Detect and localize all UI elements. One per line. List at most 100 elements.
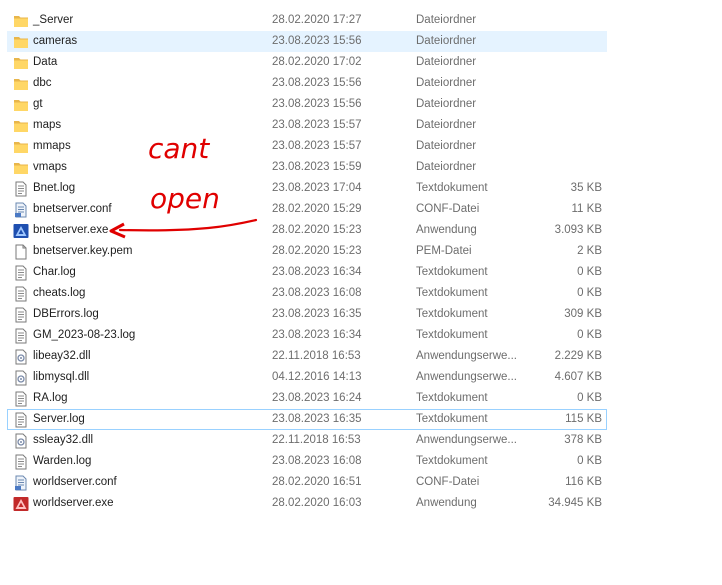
file-date: 22.11.2018 16:53 [272, 434, 361, 446]
file-row[interactable]: cameras 23.08.2023 15:56 Dateiordner [7, 31, 607, 52]
file-name: worldserver.conf [33, 476, 117, 488]
file-size: 0 KB [577, 392, 602, 404]
folder-icon [13, 118, 29, 134]
folder-icon [13, 97, 29, 113]
conf-file-icon [13, 475, 29, 491]
file-row[interactable]: mmaps 23.08.2023 15:57 Dateiordner [7, 136, 607, 157]
file-row[interactable]: libeay32.dll 22.11.2018 16:53 Anwendungser… [7, 346, 607, 367]
file-row[interactable]: Data 28.02.2020 17:02 Dateiordner [7, 52, 607, 73]
file-size: 0 KB [577, 455, 602, 467]
file-name: bnetserver.exe [33, 224, 109, 236]
file-type: Anwendung [416, 224, 477, 236]
file-row[interactable]: worldserver.exe 28.02.2020 16:03 Anwendung… [7, 493, 607, 514]
text-file-icon [13, 328, 29, 344]
file-size: 378 KB [564, 434, 602, 446]
file-name: bnetserver.key.pem [33, 245, 133, 257]
file-size: 0 KB [577, 287, 602, 299]
file-row[interactable]: maps 23.08.2023 15:57 Dateiordner [7, 115, 607, 136]
file-date: 23.08.2023 15:59 [272, 161, 362, 173]
file-size: 2 KB [577, 245, 602, 257]
file-row[interactable]: libmysql.dll 04.12.2016 14:13 Anwendungser… [7, 367, 607, 388]
file-date: 23.08.2023 17:04 [272, 182, 362, 194]
file-row[interactable]: dbc 23.08.2023 15:56 Dateiordner [7, 73, 607, 94]
file-row[interactable]: cheats.log 23.08.2023 16:08 Textdokument 0 … [7, 283, 607, 304]
folder-icon [13, 76, 29, 92]
file-date: 23.08.2023 16:24 [272, 392, 362, 404]
text-file-icon [13, 391, 29, 407]
file-type: Dateiordner [416, 35, 477, 47]
file-date: 23.08.2023 16:08 [272, 287, 362, 299]
file-row[interactable]: Bnet.log 23.08.2023 17:04 Textdokument 35 K… [7, 178, 607, 199]
file-row[interactable]: vmaps 23.08.2023 15:59 Dateiordner [7, 157, 607, 178]
file-date: 28.02.2020 17:02 [272, 56, 362, 68]
file-row[interactable]: DBErrors.log 23.08.2023 16:35 Textdokument… [7, 304, 607, 325]
dll-file-icon [13, 370, 29, 386]
file-size: 309 KB [564, 308, 602, 320]
file-date: 28.02.2020 15:29 [272, 203, 362, 215]
file-name: cheats.log [33, 287, 86, 299]
file-date: 28.02.2020 15:23 [272, 224, 362, 236]
file-type: CONF-Datei [416, 476, 480, 488]
file-row[interactable]: Server.log 23.08.2023 16:35 Textdokument 11… [7, 409, 607, 430]
file-row[interactable]: bnetserver.exe 28.02.2020 15:23 Anwendung 3… [7, 220, 607, 241]
file-type: Dateiordner [416, 14, 477, 26]
file-name: bnetserver.conf [33, 203, 112, 215]
file-date: 28.02.2020 15:23 [272, 245, 362, 257]
file-type: Dateiordner [416, 77, 477, 89]
file-row[interactable]: ssleay32.dll 22.11.2018 16:53 Anwendungser… [7, 430, 607, 451]
dll-file-icon [13, 433, 29, 449]
file-type: Textdokument [416, 266, 488, 278]
file-name: ssleay32.dll [33, 434, 94, 446]
file-size: 35 KB [570, 182, 602, 194]
file-name: Bnet.log [33, 182, 76, 194]
file-row[interactable]: bnetserver.key.pem 28.02.2020 15:23 PEM-Da… [7, 241, 607, 262]
file-date: 23.08.2023 15:57 [272, 140, 362, 152]
file-date: 28.02.2020 17:27 [272, 14, 362, 26]
folder-icon [13, 34, 29, 50]
file-row[interactable]: _Server 28.02.2020 17:27 Dateiordner [7, 10, 607, 31]
file-date: 23.08.2023 16:34 [272, 329, 362, 341]
file-name: RA.log [33, 392, 68, 404]
world-exe-icon [13, 496, 29, 512]
file-name: maps [33, 119, 62, 131]
file-date: 28.02.2020 16:03 [272, 497, 362, 509]
file-type: Anwendung [416, 497, 477, 509]
file-type: CONF-Datei [416, 203, 480, 215]
file-size: 11 KB [571, 203, 602, 215]
file-row[interactable]: Warden.log 23.08.2023 16:08 Textdokument 0 … [7, 451, 607, 472]
text-file-icon [13, 412, 29, 428]
file-row[interactable]: Char.log 23.08.2023 16:34 Textdokument 0 KB [7, 262, 607, 283]
file-row[interactable]: RA.log 23.08.2023 16:24 Textdokument 0 KB [7, 388, 607, 409]
file-date: 23.08.2023 16:34 [272, 266, 362, 278]
text-file-icon [13, 286, 29, 302]
file-size: 116 KB [565, 476, 602, 488]
file-row[interactable]: bnetserver.conf 28.02.2020 15:29 CONF-Date… [7, 199, 607, 220]
file-row[interactable]: GM_2023-08-23.log 23.08.2023 16:34 Textdok… [7, 325, 607, 346]
file-name: libmysql.dll [33, 371, 90, 383]
file-name: libeay32.dll [33, 350, 91, 362]
folder-icon [13, 160, 29, 176]
file-date: 23.08.2023 16:08 [272, 455, 362, 467]
file-name: DBErrors.log [33, 308, 99, 320]
text-file-icon [13, 181, 29, 197]
text-file-icon [13, 265, 29, 281]
file-size: 4.607 KB [554, 371, 602, 383]
file-name: Warden.log [33, 455, 92, 467]
file-date: 23.08.2023 15:57 [272, 119, 362, 131]
file-type: Dateiordner [416, 98, 477, 110]
file-type: PEM-Datei [416, 245, 472, 257]
file-name: cameras [33, 35, 78, 47]
file-row[interactable]: worldserver.conf 28.02.2020 16:51 CONF-Dat… [7, 472, 607, 493]
file-type: Textdokument [416, 413, 488, 425]
file-size: 0 KB [577, 329, 602, 341]
file-list: _Server 28.02.2020 17:27 Dateiordner camera… [7, 10, 607, 514]
file-row[interactable]: gt 23.08.2023 15:56 Dateiordner [7, 94, 607, 115]
file-name: mmaps [33, 140, 71, 152]
file-size: 34.945 KB [548, 497, 602, 509]
folder-icon [13, 139, 29, 155]
file-name: dbc [33, 77, 52, 89]
folder-icon [13, 55, 29, 71]
file-type: Textdokument [416, 392, 488, 404]
file-name: Data [33, 56, 58, 68]
file-type: Textdokument [416, 182, 488, 194]
